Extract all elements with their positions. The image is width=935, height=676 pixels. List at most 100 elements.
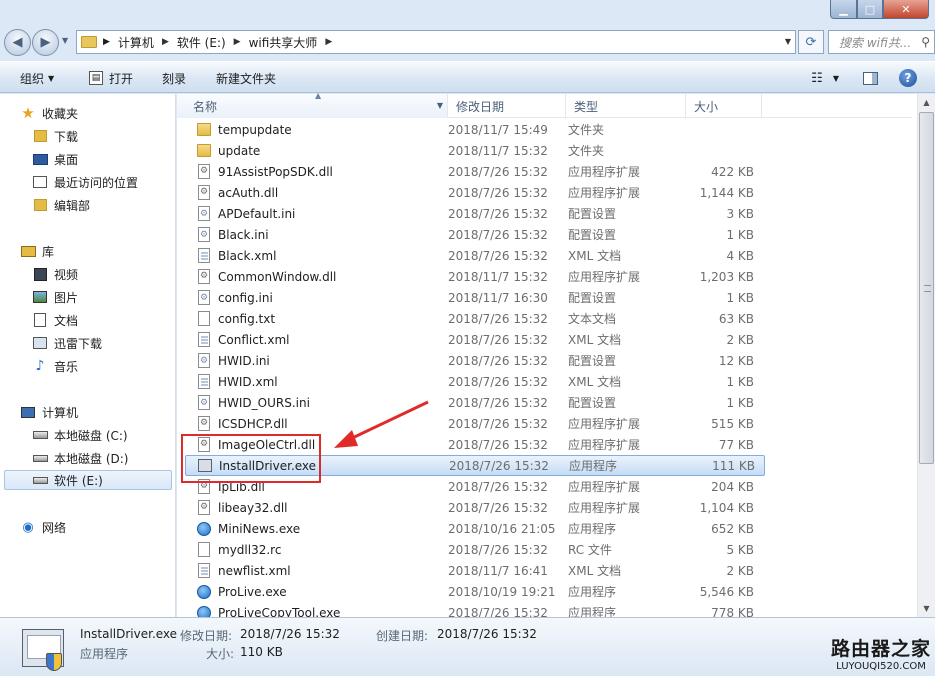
file-row[interactable]: libeay32.dll 2018/7/26 15:32 应用程序扩展 1,104 K… bbox=[185, 497, 765, 518]
drive-icon bbox=[32, 451, 48, 465]
breadcrumb-computer[interactable]: 计算机 bbox=[118, 34, 154, 51]
file-row[interactable]: Conflict.xml 2018/7/26 15:32 XML 文档 2 KB bbox=[185, 329, 765, 350]
nav-item-recent-places[interactable]: 最近访问的位置 bbox=[32, 172, 138, 192]
column-label: 类型 bbox=[574, 99, 599, 114]
file-date: 2018/7/26 15:32 bbox=[448, 164, 548, 179]
file-date: 2018/11/7 16:41 bbox=[448, 563, 548, 578]
nav-item-editorial[interactable]: 编辑部 bbox=[32, 195, 90, 215]
forward-button[interactable]: ▶ bbox=[32, 29, 59, 56]
file-row[interactable]: mydll32.rc 2018/7/26 15:32 RC 文件 5 KB bbox=[185, 539, 765, 560]
nav-item-videos[interactable]: 视频 bbox=[32, 264, 78, 284]
nav-label: 文档 bbox=[54, 313, 79, 328]
file-name: HWID.ini bbox=[218, 353, 270, 368]
breadcrumb-separator-icon[interactable]: ▶ bbox=[103, 37, 110, 47]
file-name: newflist.xml bbox=[218, 563, 291, 578]
config-file-icon bbox=[197, 206, 211, 222]
file-row[interactable]: ICSDHCP.dll 2018/7/26 15:32 应用程序扩展 515 KB bbox=[185, 413, 765, 434]
nav-item-drive-e[interactable]: 软件 (E:) bbox=[4, 470, 172, 490]
column-name-header[interactable]: ▲ 名称 ▼ bbox=[177, 91, 448, 118]
search-input[interactable]: 搜索 wifi共... ⚲ bbox=[828, 30, 935, 54]
file-row[interactable]: ProLive.exe 2018/10/19 19:21 应用程序 5,546 KB bbox=[185, 581, 765, 602]
column-date-header[interactable]: 修改日期 bbox=[448, 94, 566, 118]
column-filter-dropdown-icon[interactable]: ▼ bbox=[437, 101, 443, 110]
breadcrumb-current-folder[interactable]: wifi共享大师 bbox=[249, 34, 318, 51]
address-bar[interactable]: ▶ 计算机 ▶ 软件 (E:) ▶ wifi共享大师 ▶ ▼ bbox=[76, 30, 796, 54]
search-icon[interactable]: ⚲ bbox=[921, 35, 930, 49]
close-button[interactable]: ✕ bbox=[883, 0, 929, 19]
grip-icon bbox=[924, 285, 931, 292]
file-row[interactable]: 91AssistPopSDK.dll 2018/7/26 15:32 应用程序扩展 4… bbox=[185, 161, 765, 182]
file-row[interactable]: config.ini 2018/11/7 16:30 配置设置 1 KB bbox=[185, 287, 765, 308]
file-row[interactable]: HWID.ini 2018/7/26 15:32 配置设置 12 KB bbox=[185, 350, 765, 371]
file-row[interactable]: update 2018/11/7 15:32 文件夹 bbox=[185, 140, 765, 161]
file-type: RC 文件 bbox=[568, 543, 612, 557]
scroll-up-icon[interactable]: ▲ bbox=[918, 94, 935, 111]
maximize-button[interactable]: □ bbox=[857, 0, 883, 19]
config-file-icon bbox=[197, 227, 211, 243]
help-icon: ? bbox=[899, 69, 917, 87]
scroll-down-icon[interactable]: ▼ bbox=[918, 600, 935, 617]
nav-item-thunder-downloads[interactable]: 迅雷下载 bbox=[32, 333, 102, 353]
file-row[interactable]: HWID.xml 2018/7/26 15:32 XML 文档 1 KB bbox=[185, 371, 765, 392]
new-folder-button[interactable]: 新建文件夹 bbox=[216, 69, 276, 87]
nav-item-desktop[interactable]: 桌面 bbox=[32, 149, 78, 169]
file-name-cell: ProLive.exe bbox=[185, 584, 448, 600]
file-row[interactable]: newflist.xml 2018/11/7 16:41 XML 文档 2 KB bbox=[185, 560, 765, 581]
nav-item-documents[interactable]: 文档 bbox=[32, 310, 78, 330]
address-history-dropdown-icon[interactable]: ▼ bbox=[785, 37, 791, 46]
back-button[interactable]: ◀ bbox=[4, 29, 31, 56]
file-name-cell: acAuth.dll bbox=[185, 185, 448, 201]
file-size: 204 KB bbox=[711, 479, 754, 494]
minimize-button[interactable]: ▁ bbox=[830, 0, 857, 19]
refresh-button[interactable]: ⟳ bbox=[798, 30, 824, 54]
open-button[interactable]: ▤ 打开 bbox=[89, 69, 133, 87]
file-name: Black.xml bbox=[218, 248, 277, 263]
nav-item-drive-d[interactable]: 本地磁盘 (D:) bbox=[32, 448, 128, 468]
view-dropdown-icon[interactable]: ▼ bbox=[830, 68, 842, 88]
file-row[interactable]: tempupdate 2018/11/7 15:49 文件夹 bbox=[185, 119, 765, 140]
file-row[interactable]: Black.xml 2018/7/26 15:32 XML 文档 4 KB bbox=[185, 245, 765, 266]
file-type: 文本文档 bbox=[568, 312, 617, 326]
file-row[interactable]: Black.ini 2018/7/26 15:32 配置设置 1 KB bbox=[185, 224, 765, 245]
file-row[interactable]: acAuth.dll 2018/7/26 15:32 应用程序扩展 1,144 KB bbox=[185, 182, 765, 203]
column-size-header[interactable]: 大小 bbox=[686, 94, 762, 118]
breadcrumb-drive-e[interactable]: 软件 (E:) bbox=[177, 34, 226, 51]
desktop-icon bbox=[32, 152, 48, 166]
file-name-cell: tempupdate bbox=[185, 122, 448, 138]
nav-favorites[interactable]: ★ 收藏夹 bbox=[20, 103, 78, 123]
nav-network[interactable]: ◉ 网络 bbox=[20, 517, 66, 537]
scrollbar-thumb[interactable] bbox=[919, 112, 934, 464]
downloads-folder-icon bbox=[32, 129, 48, 143]
file-row[interactable]: MiniNews.exe 2018/10/16 21:05 应用程序 652 KB bbox=[185, 518, 765, 539]
file-row[interactable]: APDefault.ini 2018/7/26 15:32 配置设置 3 KB bbox=[185, 203, 765, 224]
breadcrumb-separator-icon[interactable]: ▶ bbox=[162, 37, 169, 47]
nav-item-pictures[interactable]: 图片 bbox=[32, 287, 78, 307]
file-type: 配置设置 bbox=[568, 396, 617, 410]
file-name-cell: libeay32.dll bbox=[185, 500, 448, 516]
column-type-header[interactable]: 类型 bbox=[566, 94, 686, 118]
breadcrumb-separator-icon[interactable]: ▶ bbox=[234, 37, 241, 47]
nav-libraries[interactable]: 库 bbox=[20, 241, 54, 261]
view-options-icon[interactable]: ☷ bbox=[806, 68, 828, 88]
file-row[interactable]: config.txt 2018/7/26 15:32 文本文档 63 KB bbox=[185, 308, 765, 329]
breadcrumb-separator-icon[interactable]: ▶ bbox=[325, 37, 332, 47]
nav-label: 桌面 bbox=[54, 152, 79, 167]
file-name-cell: APDefault.ini bbox=[185, 206, 448, 222]
preview-pane-button[interactable] bbox=[860, 68, 880, 88]
burn-button[interactable]: 刻录 bbox=[162, 69, 186, 87]
file-row[interactable]: HWID_OURS.ini 2018/7/26 15:32 配置设置 1 KB bbox=[185, 392, 765, 413]
organize-button[interactable]: 组织 ▼ bbox=[20, 69, 54, 87]
nav-item-drive-c[interactable]: 本地磁盘 (C:) bbox=[32, 425, 128, 445]
nav-item-downloads[interactable]: 下载 bbox=[32, 126, 78, 146]
file-date: 2018/11/7 16:30 bbox=[448, 290, 548, 305]
recent-pages-dropdown-icon[interactable]: ▼ bbox=[62, 36, 68, 45]
help-button[interactable]: ? bbox=[898, 68, 918, 88]
open-label: 打开 bbox=[109, 71, 134, 86]
nav-item-music[interactable]: ♪ 音乐 bbox=[32, 356, 78, 376]
file-size: 2 KB bbox=[726, 332, 754, 347]
file-size: 1 KB bbox=[726, 227, 754, 242]
nav-computer[interactable]: 计算机 bbox=[20, 402, 78, 422]
file-row[interactable]: CommonWindow.dll 2018/11/7 15:32 应用程序扩展 1,2… bbox=[185, 266, 765, 287]
file-name: Black.ini bbox=[218, 227, 269, 242]
vertical-scrollbar[interactable]: ▲ ▼ bbox=[917, 94, 935, 617]
